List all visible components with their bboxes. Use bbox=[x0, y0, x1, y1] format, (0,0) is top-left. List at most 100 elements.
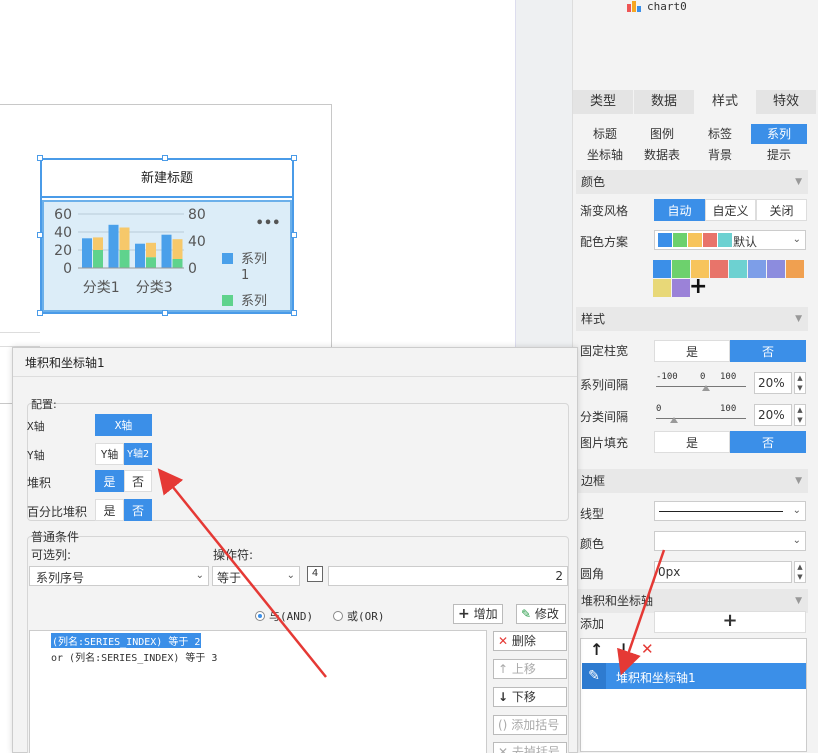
collapse-icon[interactable]: ▼ bbox=[795, 589, 802, 613]
palette-color[interactable] bbox=[653, 260, 671, 278]
y-axis-1-button[interactable]: Y轴 bbox=[95, 443, 124, 465]
column-select[interactable]: 系列序号 ⌄ bbox=[29, 566, 209, 586]
tab-style[interactable]: 样式 bbox=[695, 90, 755, 114]
scheme-swatch bbox=[718, 233, 732, 247]
y2-tick-label: 40 bbox=[188, 234, 206, 250]
subtab-tooltip[interactable]: 提示 bbox=[751, 145, 807, 165]
bar-系列1 bbox=[135, 243, 145, 268]
category-gap-thumb[interactable] bbox=[670, 417, 678, 423]
gradient-auto[interactable]: 自动 bbox=[654, 199, 705, 221]
resize-handle[interactable] bbox=[37, 310, 43, 316]
palette-color[interactable] bbox=[672, 260, 690, 278]
or-label: 或(OR) bbox=[347, 610, 385, 623]
border-color-select[interactable]: ⌄ bbox=[654, 531, 806, 551]
add-condition-button[interactable]: + 增加 bbox=[453, 604, 503, 624]
value-type-icon[interactable]: 4 bbox=[307, 566, 323, 582]
and-radio[interactable] bbox=[255, 611, 265, 621]
add-bracket-button[interactable]: () 添加括号 bbox=[493, 715, 567, 735]
scheme-swatch bbox=[688, 233, 702, 247]
palette-color[interactable] bbox=[710, 260, 728, 278]
subtab-label[interactable]: 标签 bbox=[693, 124, 747, 144]
radius-spinner[interactable]: ▲ ▼ bbox=[794, 561, 806, 583]
resize-handle[interactable] bbox=[162, 155, 168, 161]
move-up-icon[interactable]: ↑ bbox=[590, 640, 603, 659]
stack-yes-button[interactable]: 是 bbox=[95, 470, 124, 492]
series-gap-spinner[interactable]: ▲ ▼ bbox=[794, 372, 806, 394]
chart-title[interactable]: 新建标题 bbox=[42, 160, 292, 198]
resize-handle[interactable] bbox=[291, 155, 297, 161]
resize-handle[interactable] bbox=[291, 310, 297, 316]
palette-color[interactable] bbox=[729, 260, 747, 278]
move-down-button[interactable]: ↓ 下移 bbox=[493, 687, 567, 707]
value-input[interactable]: 2 bbox=[328, 566, 568, 586]
resize-handle[interactable] bbox=[162, 310, 168, 316]
percent-no-button[interactable]: 否 bbox=[124, 499, 152, 521]
move-down-icon[interactable]: ↓ bbox=[617, 640, 630, 659]
tab-type[interactable]: 类型 bbox=[573, 90, 633, 114]
delete-condition-button[interactable]: ✕ 删除 bbox=[493, 631, 567, 651]
radius-input[interactable]: 0px bbox=[654, 561, 792, 583]
palette-color[interactable] bbox=[786, 260, 804, 278]
chart-node-label[interactable]: chart0 bbox=[647, 0, 687, 13]
resize-handle[interactable] bbox=[291, 232, 297, 238]
condition-item-selected[interactable]: (列名:SERIES_INDEX) 等于 2 bbox=[51, 633, 202, 648]
scheme-select[interactable]: 默认 ⌄ bbox=[654, 230, 806, 250]
collapse-icon[interactable]: ▼ bbox=[795, 170, 802, 194]
fixed-width-no[interactable]: 否 bbox=[730, 340, 806, 362]
remove-bracket-label: 去掉括号 bbox=[511, 745, 560, 753]
modify-condition-button[interactable]: ✎ 修改 bbox=[516, 604, 566, 624]
move-up-label: 上移 bbox=[511, 662, 536, 676]
palette-color[interactable] bbox=[672, 279, 690, 297]
gradient-custom[interactable]: 自定义 bbox=[705, 199, 756, 221]
section-color[interactable]: 颜色 ▼ bbox=[576, 170, 808, 194]
add-stack-button[interactable]: + bbox=[654, 611, 806, 633]
add-color-icon[interactable]: + bbox=[689, 274, 707, 299]
subtab-series[interactable]: 系列 bbox=[751, 124, 807, 144]
subtab-title[interactable]: 标题 bbox=[578, 124, 632, 144]
operator-select[interactable]: 等于 ⌄ bbox=[212, 566, 300, 586]
remove-bracket-button[interactable]: ✕ 去掉括号 bbox=[493, 742, 567, 753]
chevron-down-icon: ⌄ bbox=[195, 570, 204, 581]
subtab-background[interactable]: 背景 bbox=[693, 145, 747, 165]
section-style[interactable]: 样式 ▼ bbox=[576, 307, 808, 331]
series-gap-input[interactable]: 20% bbox=[754, 372, 792, 394]
tab-data[interactable]: 数据 bbox=[634, 90, 694, 114]
line-sample bbox=[659, 511, 783, 512]
image-fill-yes[interactable]: 是 bbox=[654, 431, 730, 453]
subtab-datatable[interactable]: 数据表 bbox=[635, 145, 689, 165]
or-radio[interactable] bbox=[333, 611, 343, 621]
palette-color[interactable] bbox=[767, 260, 785, 278]
percent-yes-button[interactable]: 是 bbox=[95, 499, 124, 521]
x-axis-button[interactable]: X轴 bbox=[95, 414, 152, 436]
line-type-select[interactable]: ⌄ bbox=[654, 501, 806, 521]
condition-item[interactable]: or (列名:SERIES_INDEX) 等于 3 bbox=[51, 649, 217, 664]
gradient-off[interactable]: 关闭 bbox=[756, 199, 807, 221]
radius-label: 圆角 bbox=[580, 567, 605, 581]
stack-no-button[interactable]: 否 bbox=[124, 470, 152, 492]
image-fill-label: 图片填充 bbox=[580, 436, 629, 450]
category-gap-spinner[interactable]: ▲ ▼ bbox=[794, 404, 806, 426]
palette-color[interactable] bbox=[653, 279, 671, 297]
edit-icon[interactable]: ✎ bbox=[582, 663, 606, 689]
delete-icon[interactable]: ✕ bbox=[641, 640, 654, 658]
series-gap-thumb[interactable] bbox=[701, 385, 710, 391]
section-stack-axis[interactable]: 堆积和坐标轴 ▼ bbox=[576, 589, 808, 613]
collapse-icon[interactable]: ▼ bbox=[795, 307, 802, 331]
image-fill-no[interactable]: 否 bbox=[730, 431, 806, 453]
resize-handle[interactable] bbox=[37, 155, 43, 161]
palette-color[interactable] bbox=[748, 260, 766, 278]
chart-widget[interactable]: 新建标题 60 40 20 0 80 40 0 分类1 分类3 ••• 系列 1 系列 bbox=[40, 158, 294, 314]
resize-handle[interactable] bbox=[37, 232, 43, 238]
section-border[interactable]: 边框 ▼ bbox=[576, 469, 808, 493]
fixed-width-yes[interactable]: 是 bbox=[654, 340, 730, 362]
subtab-legend[interactable]: 图例 bbox=[635, 124, 689, 144]
chart-plot-area[interactable]: 60 40 20 0 80 40 0 分类1 分类3 ••• 系列 1 系列 bbox=[42, 200, 292, 312]
y-tick-label: 20 bbox=[54, 243, 72, 259]
subtab-axis[interactable]: 坐标轴 bbox=[578, 145, 632, 165]
stack-list-item[interactable]: ✎ 堆积和坐标轴1 bbox=[582, 663, 806, 689]
category-gap-input[interactable]: 20% bbox=[754, 404, 792, 426]
tab-effect[interactable]: 特效 bbox=[756, 90, 816, 114]
collapse-icon[interactable]: ▼ bbox=[795, 469, 802, 493]
move-up-button[interactable]: ↑ 上移 bbox=[493, 659, 567, 679]
y-axis-2-button[interactable]: Y轴2 bbox=[124, 443, 152, 465]
